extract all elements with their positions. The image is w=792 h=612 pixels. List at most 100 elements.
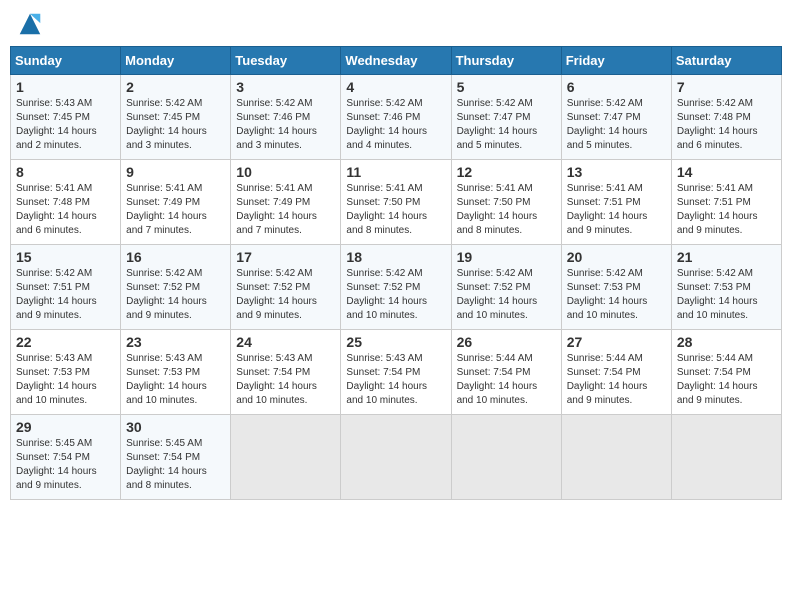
day-number: 9: [126, 164, 225, 180]
calendar-cell: [561, 415, 671, 500]
calendar-cell: 16 Sunrise: 5:42 AMSunset: 7:52 PMDayligh…: [121, 245, 231, 330]
day-info: Sunrise: 5:41 AMSunset: 7:50 PMDaylight:…: [346, 182, 445, 238]
calendar-cell: 19 Sunrise: 5:42 AMSunset: 7:52 PMDayligh…: [451, 245, 561, 330]
calendar-cell: 27 Sunrise: 5:44 AMSunset: 7:54 PMDayligh…: [561, 330, 671, 415]
calendar-cell: 29 Sunrise: 5:45 AMSunset: 7:54 PMDayligh…: [11, 415, 121, 500]
day-info: Sunrise: 5:41 AMSunset: 7:51 PMDaylight:…: [567, 182, 666, 238]
day-info: Sunrise: 5:43 AMSunset: 7:54 PMDaylight:…: [236, 352, 335, 408]
day-info: Sunrise: 5:43 AMSunset: 7:45 PMDaylight:…: [16, 97, 115, 153]
calendar-cell: 18 Sunrise: 5:42 AMSunset: 7:52 PMDayligh…: [341, 245, 451, 330]
day-info: Sunrise: 5:45 AMSunset: 7:54 PMDaylight:…: [126, 437, 225, 493]
day-info: Sunrise: 5:44 AMSunset: 7:54 PMDaylight:…: [677, 352, 776, 408]
calendar-cell: 26 Sunrise: 5:44 AMSunset: 7:54 PMDayligh…: [451, 330, 561, 415]
calendar-cell: 25 Sunrise: 5:43 AMSunset: 7:54 PMDayligh…: [341, 330, 451, 415]
week-row-3: 15 Sunrise: 5:42 AMSunset: 7:51 PMDayligh…: [11, 245, 782, 330]
day-number: 19: [457, 249, 556, 265]
day-number: 7: [677, 79, 776, 95]
day-info: Sunrise: 5:44 AMSunset: 7:54 PMDaylight:…: [567, 352, 666, 408]
day-number: 24: [236, 334, 335, 350]
calendar-cell: 7 Sunrise: 5:42 AMSunset: 7:48 PMDaylight…: [671, 75, 781, 160]
day-info: Sunrise: 5:43 AMSunset: 7:54 PMDaylight:…: [346, 352, 445, 408]
day-number: 26: [457, 334, 556, 350]
calendar-cell: 10Sunrise: 5:41 AMSunset: 7:49 PMDayligh…: [231, 160, 341, 245]
calendar-cell: 15 Sunrise: 5:42 AMSunset: 7:51 PMDayligh…: [11, 245, 121, 330]
week-row-2: 8 Sunrise: 5:41 AMSunset: 7:48 PMDaylight…: [11, 160, 782, 245]
day-number: 10: [236, 164, 335, 180]
day-info: Sunrise: 5:41 AMSunset: 7:51 PMDaylight:…: [677, 182, 776, 238]
day-number: 25: [346, 334, 445, 350]
day-number: 23: [126, 334, 225, 350]
day-info: Sunrise: 5:42 AMSunset: 7:53 PMDaylight:…: [677, 267, 776, 323]
day-number: 1: [16, 79, 115, 95]
col-header-tuesday: Tuesday: [231, 47, 341, 75]
day-number: 2: [126, 79, 225, 95]
calendar-cell: 22Sunrise: 5:43 AMSunset: 7:53 PMDayligh…: [11, 330, 121, 415]
day-info: Sunrise: 5:42 AMSunset: 7:52 PMDaylight:…: [126, 267, 225, 323]
calendar-cell: 3 Sunrise: 5:42 AMSunset: 7:46 PMDaylight…: [231, 75, 341, 160]
day-number: 16: [126, 249, 225, 265]
col-header-friday: Friday: [561, 47, 671, 75]
col-header-sunday: Sunday: [11, 47, 121, 75]
calendar-cell: 2Sunrise: 5:42 AMSunset: 7:45 PMDaylight…: [121, 75, 231, 160]
day-number: 15: [16, 249, 115, 265]
day-info: Sunrise: 5:42 AMSunset: 7:47 PMDaylight:…: [567, 97, 666, 153]
calendar-cell: [341, 415, 451, 500]
day-info: Sunrise: 5:42 AMSunset: 7:52 PMDaylight:…: [236, 267, 335, 323]
calendar-cell: 14 Sunrise: 5:41 AMSunset: 7:51 PMDayligh…: [671, 160, 781, 245]
day-number: 5: [457, 79, 556, 95]
day-number: 3: [236, 79, 335, 95]
calendar-cell: 17 Sunrise: 5:42 AMSunset: 7:52 PMDayligh…: [231, 245, 341, 330]
day-info: Sunrise: 5:43 AMSunset: 7:53 PMDaylight:…: [126, 352, 225, 408]
calendar-cell: 8 Sunrise: 5:41 AMSunset: 7:48 PMDaylight…: [11, 160, 121, 245]
calendar-cell: 21 Sunrise: 5:42 AMSunset: 7:53 PMDayligh…: [671, 245, 781, 330]
day-info: Sunrise: 5:41 AMSunset: 7:50 PMDaylight:…: [457, 182, 556, 238]
day-info: Sunrise: 5:43 AMSunset: 7:53 PMDaylight:…: [16, 352, 115, 408]
day-number: 13: [567, 164, 666, 180]
calendar-cell: [671, 415, 781, 500]
day-number: 27: [567, 334, 666, 350]
day-info: Sunrise: 5:41 AMSunset: 7:48 PMDaylight:…: [16, 182, 115, 238]
day-number: 8: [16, 164, 115, 180]
day-info: Sunrise: 5:42 AMSunset: 7:48 PMDaylight:…: [677, 97, 776, 153]
day-number: 21: [677, 249, 776, 265]
page-header: [10, 10, 782, 38]
day-number: 29: [16, 419, 115, 435]
day-info: Sunrise: 5:42 AMSunset: 7:46 PMDaylight:…: [236, 97, 335, 153]
calendar-cell: 9Sunrise: 5:41 AMSunset: 7:49 PMDaylight…: [121, 160, 231, 245]
col-header-thursday: Thursday: [451, 47, 561, 75]
day-number: 18: [346, 249, 445, 265]
day-number: 11: [346, 164, 445, 180]
day-number: 28: [677, 334, 776, 350]
calendar-cell: 30 Sunrise: 5:45 AMSunset: 7:54 PMDayligh…: [121, 415, 231, 500]
day-number: 14: [677, 164, 776, 180]
day-info: Sunrise: 5:42 AMSunset: 7:52 PMDaylight:…: [457, 267, 556, 323]
day-number: 12: [457, 164, 556, 180]
week-row-5: 29 Sunrise: 5:45 AMSunset: 7:54 PMDayligh…: [11, 415, 782, 500]
day-info: Sunrise: 5:42 AMSunset: 7:46 PMDaylight:…: [346, 97, 445, 153]
day-number: 17: [236, 249, 335, 265]
calendar-cell: 11 Sunrise: 5:41 AMSunset: 7:50 PMDayligh…: [341, 160, 451, 245]
calendar-body: 1 Sunrise: 5:43 AMSunset: 7:45 PMDaylight…: [11, 75, 782, 500]
calendar-cell: 28 Sunrise: 5:44 AMSunset: 7:54 PMDayligh…: [671, 330, 781, 415]
calendar-header-row: SundayMondayTuesdayWednesdayThursdayFrid…: [11, 47, 782, 75]
calendar-cell: [451, 415, 561, 500]
day-info: Sunrise: 5:42 AMSunset: 7:53 PMDaylight:…: [567, 267, 666, 323]
calendar-cell: 20 Sunrise: 5:42 AMSunset: 7:53 PMDayligh…: [561, 245, 671, 330]
week-row-1: 1 Sunrise: 5:43 AMSunset: 7:45 PMDaylight…: [11, 75, 782, 160]
logo: [14, 10, 44, 38]
logo-icon: [16, 10, 44, 38]
col-header-monday: Monday: [121, 47, 231, 75]
day-number: 20: [567, 249, 666, 265]
day-number: 6: [567, 79, 666, 95]
calendar-cell: 13 Sunrise: 5:41 AMSunset: 7:51 PMDayligh…: [561, 160, 671, 245]
day-number: 30: [126, 419, 225, 435]
day-info: Sunrise: 5:42 AMSunset: 7:52 PMDaylight:…: [346, 267, 445, 323]
calendar-cell: 23 Sunrise: 5:43 AMSunset: 7:53 PMDayligh…: [121, 330, 231, 415]
day-info: Sunrise: 5:42 AMSunset: 7:51 PMDaylight:…: [16, 267, 115, 323]
col-header-saturday: Saturday: [671, 47, 781, 75]
calendar-cell: 24 Sunrise: 5:43 AMSunset: 7:54 PMDayligh…: [231, 330, 341, 415]
day-info: Sunrise: 5:42 AMSunset: 7:47 PMDaylight:…: [457, 97, 556, 153]
calendar-cell: 6 Sunrise: 5:42 AMSunset: 7:47 PMDaylight…: [561, 75, 671, 160]
day-info: Sunrise: 5:45 AMSunset: 7:54 PMDaylight:…: [16, 437, 115, 493]
day-info: Sunrise: 5:44 AMSunset: 7:54 PMDaylight:…: [457, 352, 556, 408]
